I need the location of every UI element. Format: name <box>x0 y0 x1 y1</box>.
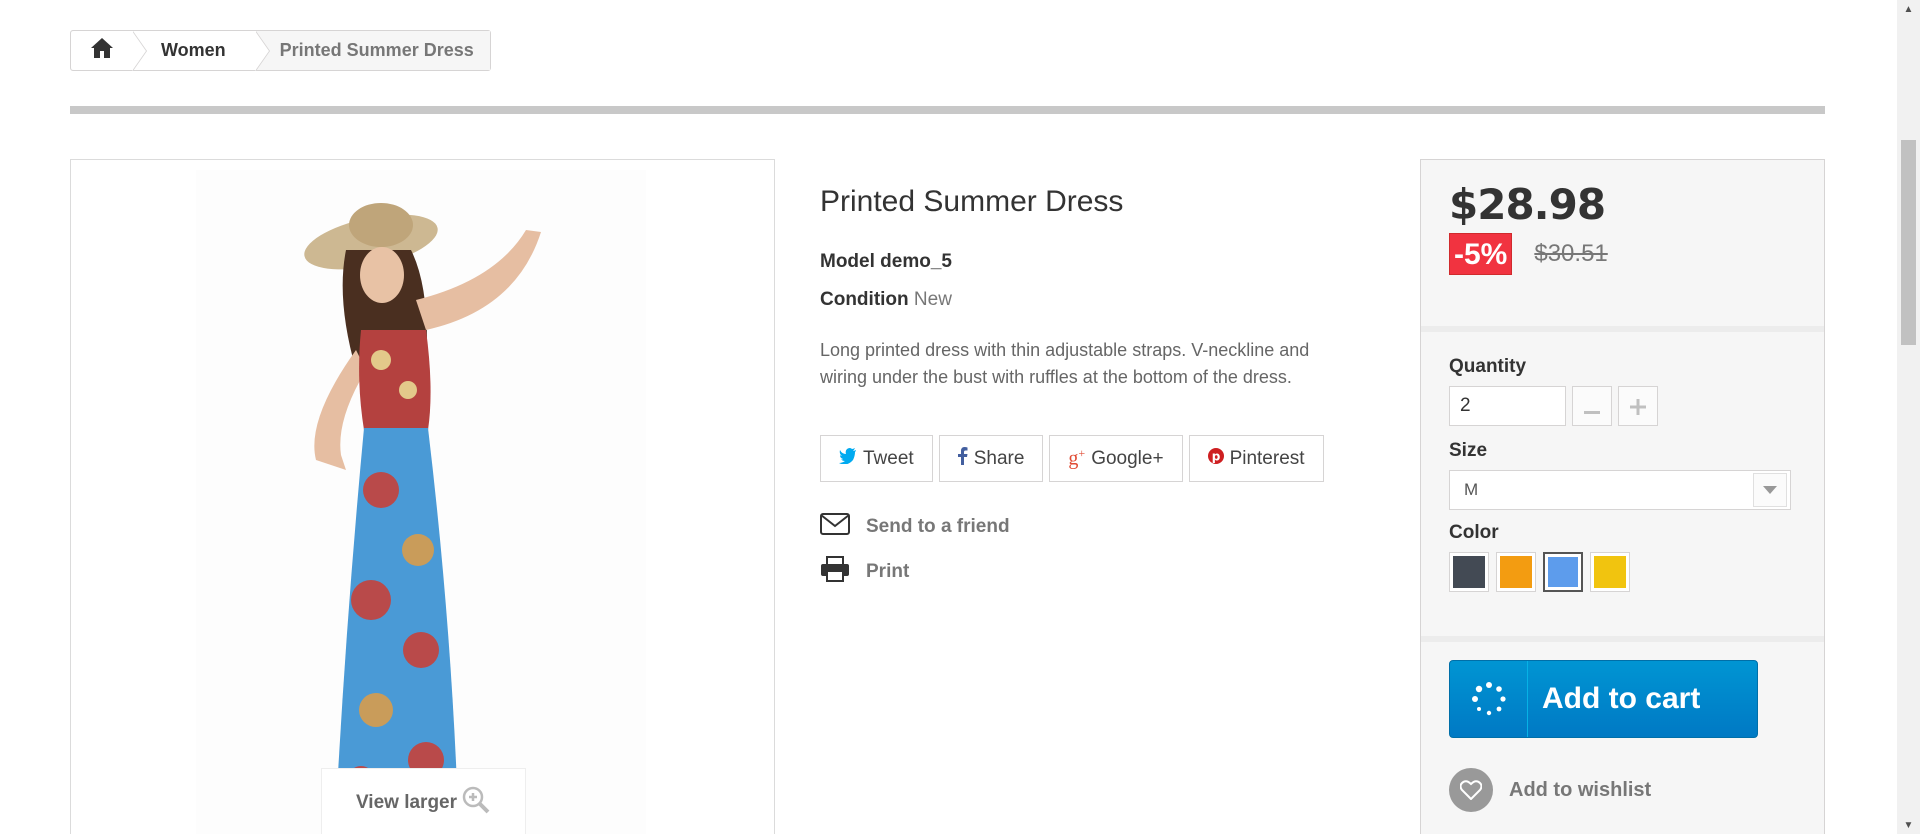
google-plus-label: Google+ <box>1091 447 1164 469</box>
product-options: Quantity 2 Size M Color <box>1421 332 1824 642</box>
color-label: Color <box>1449 522 1499 543</box>
chevron-down-icon <box>1753 473 1787 507</box>
printer-icon <box>820 555 850 588</box>
product-model: Model demo_5 <box>820 251 1380 273</box>
condition-value: New <box>913 289 952 310</box>
current-price: $28.98 <box>1449 180 1606 229</box>
model-label: Model <box>820 251 875 272</box>
vertical-scrollbar[interactable]: ▲ ▼ <box>1897 0 1920 834</box>
view-larger-button[interactable]: View larger <box>321 768 526 834</box>
condition-label: Condition <box>820 289 909 310</box>
tweet-label: Tweet <box>863 447 914 469</box>
scroll-up-arrow-icon[interactable]: ▲ <box>1897 0 1920 18</box>
product-info: Printed Summer Dress Model demo_5 Condit… <box>820 185 1380 594</box>
model-value: demo_5 <box>880 251 952 272</box>
breadcrumb: Women Printed Summer Dress <box>70 30 491 71</box>
product-title: Printed Summer Dress <box>820 185 1124 218</box>
pinterest-label: Pinterest <box>1229 447 1305 469</box>
loading-spinner-icon <box>1450 661 1528 737</box>
color-swatch-orange[interactable] <box>1496 552 1536 592</box>
quantity-row: 2 <box>1449 386 1796 426</box>
google-plus-button[interactable]: g+ Google+ <box>1049 435 1183 482</box>
add-to-wishlist-label: Add to wishlist <box>1509 778 1652 801</box>
add-to-cart-label: Add to cart <box>1542 682 1701 715</box>
old-price: $30.51 <box>1534 240 1608 267</box>
size-label: Size <box>1449 440 1488 461</box>
quantity-input[interactable]: 2 <box>1449 386 1566 426</box>
send-to-friend-label: Send to a friend <box>866 515 1010 537</box>
tweet-button[interactable]: Tweet <box>820 435 933 482</box>
color-swatch-blue[interactable] <box>1543 552 1583 592</box>
social-buttons: Tweet Share g+ Google+ p Pinterest <box>820 435 1380 482</box>
view-larger-label: View larger <box>355 792 458 813</box>
plus-icon <box>1630 391 1646 422</box>
heart-icon <box>1449 768 1493 812</box>
print-label: Print <box>866 560 910 582</box>
scroll-thumb[interactable] <box>1901 140 1916 345</box>
buy-box: $28.98 -5% $30.51 Quantity 2 Size M Colo… <box>1420 159 1825 834</box>
twitter-icon <box>839 447 857 470</box>
color-swatch-dark-gray[interactable] <box>1449 552 1489 592</box>
facebook-icon <box>957 446 968 471</box>
cart-area: Add to cart Add to wishlist <box>1421 642 1824 830</box>
color-swatch-yellow[interactable] <box>1590 552 1630 592</box>
print-link[interactable]: Print <box>820 549 1380 594</box>
svg-text:p: p <box>1211 449 1220 463</box>
quantity-label: Quantity <box>1449 356 1527 377</box>
quantity-decrease-button[interactable] <box>1572 386 1612 426</box>
send-to-friend-link[interactable]: Send to a friend <box>820 504 1380 549</box>
product-condition: Condition New <box>820 289 1380 311</box>
price-discount-row: -5% $30.51 <box>1449 233 1796 275</box>
price-area: $28.98 -5% $30.51 <box>1421 160 1824 332</box>
add-to-wishlist-link[interactable]: Add to wishlist <box>1449 768 1796 812</box>
size-select[interactable]: M <box>1449 470 1791 510</box>
share-label: Share <box>973 447 1025 469</box>
minus-icon <box>1584 391 1600 422</box>
zoom-in-icon <box>461 785 491 821</box>
size-value: M <box>1464 480 1479 499</box>
product-description: Long printed dress with thin adjustable … <box>820 340 1310 387</box>
pinterest-icon: p <box>1207 447 1224 470</box>
color-swatches <box>1449 552 1796 592</box>
breadcrumb-women[interactable]: Women <box>133 31 270 71</box>
share-button[interactable]: Share <box>938 435 1044 482</box>
breadcrumb-current-label: Printed Summer Dress <box>279 40 474 60</box>
breadcrumb-women-label: Women <box>161 40 226 60</box>
scroll-down-arrow-icon[interactable]: ▼ <box>1897 816 1920 834</box>
breadcrumb-home[interactable] <box>71 31 147 71</box>
divider <box>70 106 1825 114</box>
product-photo[interactable] <box>196 170 646 834</box>
home-icon <box>90 37 114 64</box>
google-plus-icon: g+ <box>1068 446 1086 470</box>
quantity-increase-button[interactable] <box>1618 386 1658 426</box>
pinterest-button[interactable]: p Pinterest <box>1188 435 1324 482</box>
add-to-cart-button[interactable]: Add to cart <box>1449 660 1758 738</box>
breadcrumb-current: Printed Summer Dress <box>255 31 490 70</box>
discount-badge: -5% <box>1449 233 1513 275</box>
product-image-box: View larger <box>70 159 775 834</box>
product-actions: Send to a friend Print <box>820 504 1380 594</box>
envelope-icon <box>820 512 850 541</box>
